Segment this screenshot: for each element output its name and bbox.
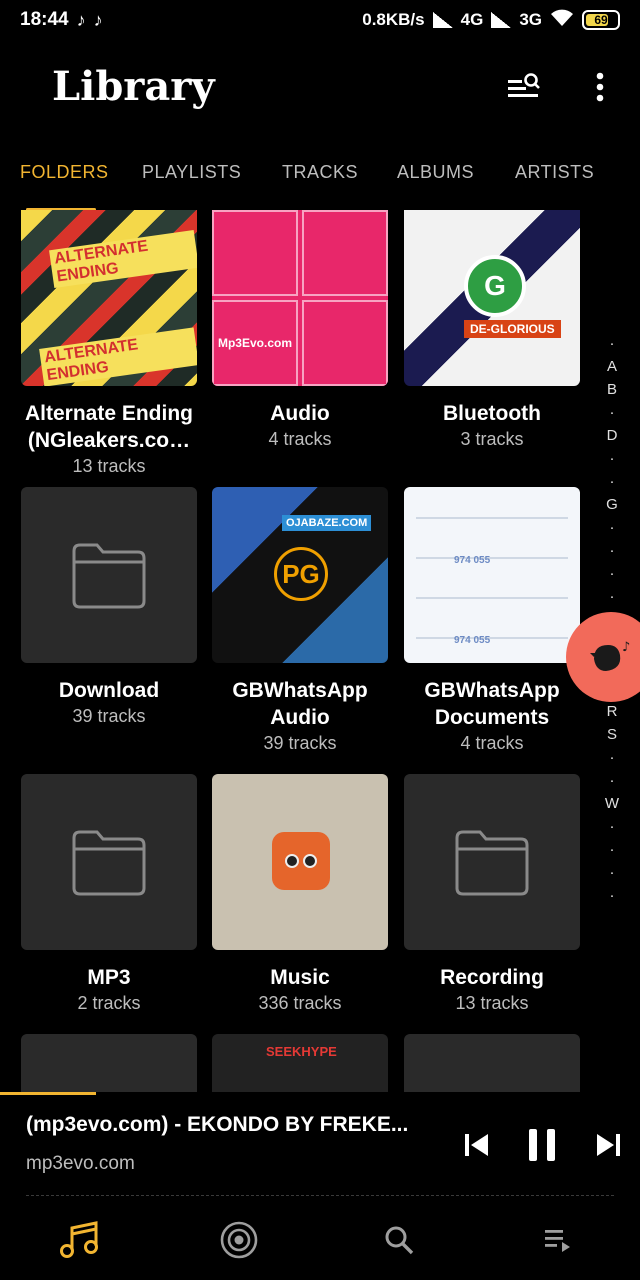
folder-item-partial[interactable]: SEEKHYPE	[212, 1034, 388, 1092]
folder-name: Recording	[440, 966, 544, 989]
folder-icon	[455, 830, 529, 896]
status-bar: 18:44 ♪ ♪ 0.8KB/s 4G 3G 69	[0, 0, 640, 40]
folder-name: GBWhatsApp Audio	[232, 679, 368, 729]
music-note-notification-icon: ♪	[76, 9, 86, 30]
signal-icon	[432, 12, 453, 28]
folder-artwork: OJABAZE.COM PG	[212, 487, 388, 663]
folder-item-partial[interactable]	[404, 1034, 580, 1092]
folder-track-count: 3 tracks	[460, 429, 524, 449]
wifi-icon	[550, 9, 574, 32]
folder-placeholder	[21, 1034, 197, 1092]
deglorious-logo: G	[464, 255, 526, 317]
battery-icon: 69	[582, 10, 620, 30]
folder-icon	[72, 543, 146, 609]
folder-artwork	[212, 774, 388, 950]
tab-artists[interactable]: ARTISTS	[515, 162, 594, 183]
now-playing-title: (mp3evo.com) - EKONDO BY FREKE...	[26, 1113, 409, 1136]
folder-name: GBWhatsApp Documents	[424, 679, 560, 729]
folder-item-partial[interactable]	[21, 1034, 197, 1092]
mini-player[interactable]: (mp3evo.com) - EKONDO BY FREKE... mp3evo…	[0, 1095, 640, 1195]
folder-item-gbwhatsapp-documents[interactable]: 974 055 974 055 GBWhatsApp Documents 4 t…	[404, 487, 580, 754]
podcast-icon	[220, 1221, 258, 1259]
network-type-2: 3G	[519, 10, 542, 29]
folder-track-count: 13 tracks	[455, 993, 529, 1013]
tab-tracks[interactable]: TRACKS	[282, 162, 358, 183]
bottom-navigation	[0, 1200, 640, 1280]
folder-item-mp3[interactable]: MP3 2 tracks	[21, 774, 197, 1014]
library-tabs: FOLDERS PLAYLISTS TRACKS ALBUMS ARTISTS	[0, 150, 640, 194]
folder-placeholder	[21, 487, 197, 663]
folder-artwork: SEEKHYPE	[212, 1034, 388, 1092]
folder-item-audio[interactable]: Mp3Evo.com Audio 4 tracks	[212, 210, 388, 450]
folder-track-count: 39 tracks	[72, 706, 146, 726]
folder-item-alternate-ending[interactable]: ALTERNATE ENDING ALTERNATE ENDING Altern…	[21, 210, 197, 477]
tab-folders[interactable]: FOLDERS	[20, 162, 109, 183]
folder-name: Music	[270, 966, 330, 989]
folder-icon	[72, 830, 146, 896]
folder-name: Audio	[270, 402, 330, 425]
network-speed: 0.8KB/s	[362, 10, 425, 29]
pause-icon	[529, 1129, 555, 1161]
headphone-artwork	[272, 832, 330, 890]
folder-artwork: G DE-GLORIOUS	[404, 210, 580, 386]
more-vert-icon	[596, 72, 604, 102]
folder-track-count: 4 tracks	[460, 733, 524, 753]
nav-queue[interactable]	[536, 1218, 580, 1262]
folder-track-count: 2 tracks	[77, 993, 141, 1013]
pause-button[interactable]	[522, 1125, 562, 1165]
folder-name: MP3	[87, 966, 131, 989]
folder-item-bluetooth[interactable]: G DE-GLORIOUS Bluetooth 3 tracks	[404, 210, 580, 450]
folder-name: Download	[58, 679, 160, 702]
nav-library[interactable]	[58, 1218, 102, 1262]
signal-icon	[491, 12, 512, 28]
network-type-1: 4G	[460, 10, 484, 29]
folder-item-music[interactable]: Music 336 tracks	[212, 774, 388, 1014]
skip-next-icon	[597, 1134, 620, 1156]
sort-search-button[interactable]	[503, 67, 543, 107]
folder-placeholder	[404, 774, 580, 950]
folder-item-download[interactable]: Download 39 tracks	[21, 487, 197, 727]
page-title: Library	[52, 63, 215, 110]
now-playing-artist: mp3evo.com	[26, 1153, 135, 1174]
pg-logo: PG	[274, 547, 328, 601]
folder-artwork: Mp3Evo.com	[212, 210, 388, 386]
folder-track-count: 39 tracks	[263, 733, 337, 753]
folder-artwork: 974 055 974 055	[404, 487, 580, 663]
player-divider	[26, 1195, 614, 1196]
folder-name: Alternate Ending (NGleakers.co…	[24, 402, 193, 452]
folder-grid[interactable]: ALTERNATE ENDING ALTERNATE ENDING Altern…	[0, 210, 640, 1092]
folder-artwork: ALTERNATE ENDING ALTERNATE ENDING	[21, 210, 197, 386]
next-button[interactable]	[588, 1125, 628, 1165]
tab-playlists[interactable]: PLAYLISTS	[142, 162, 241, 183]
folder-track-count: 4 tracks	[268, 429, 332, 449]
folder-item-gbwhatsapp-audio[interactable]: OJABAZE.COM PG GBWhatsApp Audio 39 track…	[212, 487, 388, 754]
folder-item-recording[interactable]: Recording 13 tracks	[404, 774, 580, 1014]
tab-albums[interactable]: ALBUMS	[397, 162, 474, 183]
app-header: Library	[0, 55, 640, 125]
bird-music-icon: ♪	[590, 640, 630, 671]
skip-previous-icon	[465, 1134, 488, 1156]
previous-button[interactable]	[457, 1125, 497, 1165]
more-options-button[interactable]	[580, 67, 620, 107]
sort-search-icon	[508, 73, 540, 97]
status-time: 18:44	[20, 9, 69, 30]
svg-text:♪: ♪	[622, 640, 630, 655]
queue-music-icon	[545, 1230, 570, 1252]
music-note-notification-icon: ♪	[93, 9, 103, 30]
nav-radio[interactable]	[217, 1218, 261, 1262]
folder-track-count: 336 tracks	[258, 993, 342, 1013]
nav-search[interactable]	[377, 1218, 421, 1262]
folder-name: Bluetooth	[443, 402, 541, 425]
music-note-icon	[60, 1221, 98, 1258]
folder-placeholder	[404, 1034, 580, 1092]
folder-track-count: 13 tracks	[72, 456, 146, 476]
search-icon	[385, 1226, 414, 1255]
folder-placeholder	[21, 774, 197, 950]
